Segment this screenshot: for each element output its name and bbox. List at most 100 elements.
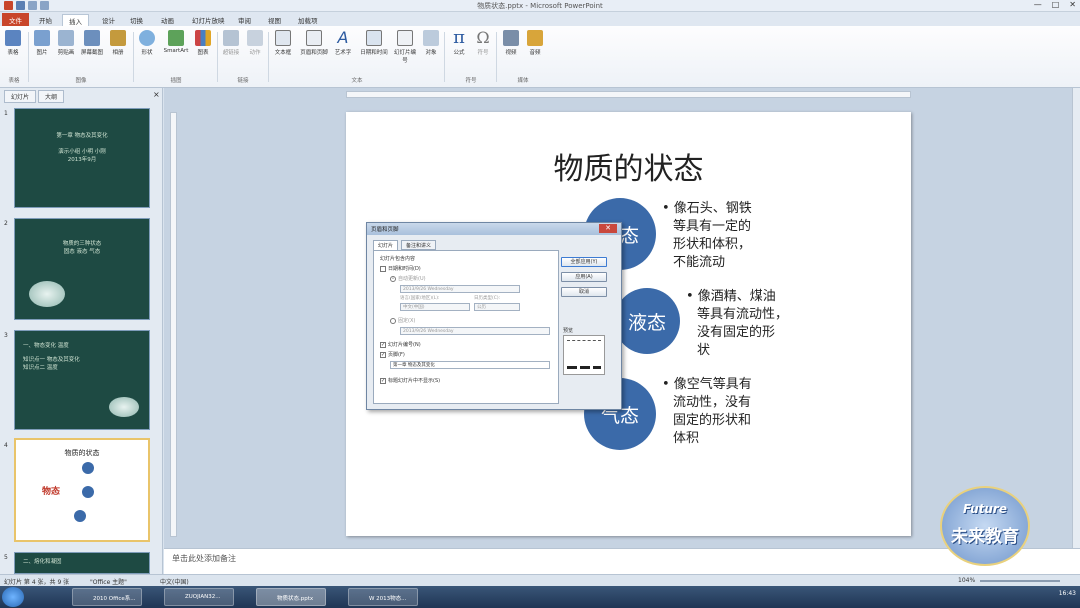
dialog-close-button[interactable]: ✕ <box>599 224 617 233</box>
vertical-scrollbar[interactable] <box>1072 88 1080 548</box>
symbol-button[interactable]: Ω 符号 <box>472 30 494 57</box>
smartart-icon <box>168 30 184 46</box>
cancel-button[interactable]: 取消 <box>561 287 607 297</box>
date-time-checkbox[interactable]: 日期和时间(D) <box>380 265 421 272</box>
group-label-links: 链接 <box>237 78 249 84</box>
textbox-button[interactable]: 文本框 <box>272 30 294 56</box>
header-footer-dialog: 页眉和页脚 ✕ 幻灯片 备注和讲义 幻灯片包含内容 日期和时间(D) • 自动更新… <box>366 222 622 410</box>
table-icon <box>5 30 21 46</box>
clipart-button[interactable]: 剪贴画 <box>55 30 77 56</box>
table-button[interactable]: 表格 <box>2 30 24 56</box>
fixed-date-input[interactable]: 2013/9/26 Wednesday <box>400 327 550 335</box>
zoom-slider[interactable] <box>980 580 1060 582</box>
date-format-select[interactable]: 2013/9/26 Wednesday <box>400 285 520 293</box>
header-footer-button[interactable]: 页眉和页脚 <box>298 30 330 56</box>
tab-insert[interactable]: 插入 <box>62 14 89 26</box>
slide-thumbnail-2[interactable]: 物质的三种状态 固态 液态 气态 <box>14 218 150 320</box>
thumb-number: 1 <box>4 110 8 117</box>
audio-button[interactable]: 音频 <box>524 30 546 56</box>
datetime-button[interactable]: 日期和时间 <box>358 30 390 56</box>
tab-transitions[interactable]: 切换 <box>124 14 149 26</box>
language-status: 中文(中国) <box>160 579 189 586</box>
apply-all-button[interactable]: 全部应用(Y) <box>561 257 607 267</box>
tab-outline[interactable]: 大纲 <box>38 90 65 103</box>
group-label-media: 媒体 <box>517 78 529 84</box>
tab-view[interactable]: 视图 <box>262 14 287 26</box>
picture-button[interactable]: 图片 <box>31 30 53 56</box>
shapes-button[interactable]: 形状 <box>136 30 158 56</box>
hyperlink-icon <box>223 30 239 46</box>
tab-file[interactable]: 文件 <box>2 13 29 26</box>
taskbar-item[interactable]: ZUOJIAN32... <box>164 588 234 606</box>
horizontal-ruler <box>346 91 911 98</box>
checkbox-checked: ✓ <box>380 377 386 384</box>
tab-design[interactable]: 设计 <box>96 14 121 26</box>
equation-button[interactable]: π 公式 <box>448 29 470 57</box>
dialog-body: 幻灯片包含内容 日期和时间(D) • 自动更新(U) 2013/9/26 Wedn… <box>373 250 559 404</box>
video-icon <box>503 30 519 46</box>
liquid-circle[interactable]: 液态 <box>614 288 680 354</box>
thumb-number: 3 <box>4 332 8 339</box>
screenshot-button[interactable]: 屏幕截图 <box>81 30 103 56</box>
slide-title[interactable]: 物质的状态 <box>346 144 911 188</box>
close-button[interactable]: ✕ <box>1069 0 1076 9</box>
solid-description[interactable]: • 像石头、钢铁 等具有一定的 形状和体积， 不能流动 <box>662 200 752 272</box>
footer-checkbox[interactable]: ✓ 页脚(F) <box>380 351 405 358</box>
album-button[interactable]: 相册 <box>107 30 129 56</box>
action-button[interactable]: 动作 <box>244 30 266 56</box>
tab-slide[interactable]: 幻灯片 <box>373 240 399 250</box>
close-pane-icon[interactable]: × <box>153 90 160 99</box>
taskbar-item-active[interactable]: 物质状态.pptx <box>256 588 326 606</box>
hyperlink-button[interactable]: 超链接 <box>220 30 242 56</box>
slide-number-checkbox[interactable]: ✓ 幻灯片编号(N) <box>380 341 421 348</box>
liquid-description[interactable]: • 像酒精、煤油 等具有流动性， 没有固定的形 状 <box>686 288 788 360</box>
gas-description[interactable]: • 像空气等具有 流动性，没有 固定的形状和 体积 <box>662 376 752 448</box>
tab-addins[interactable]: 加载项 <box>292 14 324 26</box>
apply-button[interactable]: 应用(A) <box>561 272 607 282</box>
preview-label: 预览 <box>563 328 574 334</box>
start-button[interactable] <box>2 587 24 607</box>
include-label: 幻灯片包含内容 <box>380 256 416 262</box>
tab-slideshow[interactable]: 幻灯片放映 <box>186 14 231 26</box>
tab-review[interactable]: 审阅 <box>232 14 257 26</box>
smartart-button[interactable]: SmartArt <box>162 30 190 54</box>
tab-animations[interactable]: 动画 <box>155 14 180 26</box>
tab-slides[interactable]: 幻灯片 <box>4 90 37 103</box>
chart-button[interactable]: 图表 <box>192 30 214 56</box>
language-select[interactable]: 中文(中国) <box>400 303 470 311</box>
footer-input[interactable]: 第一章 物态及其变化 <box>390 361 550 369</box>
slide-thumbnail-4[interactable]: 物质的状态 物态 <box>14 438 150 542</box>
vertical-ruler <box>170 112 177 537</box>
zoom-level[interactable]: 104% <box>958 577 975 584</box>
window-controls: — □ ✕ <box>1034 0 1076 9</box>
crystal-image <box>29 281 65 307</box>
thumb-circle <box>82 486 94 498</box>
auto-update-radio[interactable]: • 自动更新(U) <box>390 275 426 282</box>
clock: 16:43 <box>1058 590 1076 597</box>
slide-counter: 幻灯片 第 4 张，共 9 张 <box>4 579 70 586</box>
ribbon: 表格 图片 剪贴画 屏幕截图 相册 形状 SmartArt 图表 超链接 动作 … <box>0 26 1080 88</box>
group-label-illustrations: 插图 <box>170 78 182 84</box>
shapes-icon <box>139 30 155 46</box>
maximize-button[interactable]: □ <box>1052 0 1060 9</box>
slide-thumbnail-1[interactable]: 第一章 物态及其变化 演示小组 小明 小刚 2013年9月 <box>14 108 150 208</box>
audio-icon <box>527 30 543 46</box>
taskbar-item[interactable]: 2010 Office系... <box>72 588 142 606</box>
preview-box <box>563 335 605 375</box>
wordart-button[interactable]: A 艺术字 <box>332 30 354 57</box>
tab-notes-handouts[interactable]: 备注和讲义 <box>401 240 437 250</box>
fixed-radio[interactable]: 固定(X) <box>390 317 415 324</box>
notes-pane[interactable]: 单击此处添加备注 <box>164 548 1080 574</box>
slide-number-button[interactable]: 幻灯片编号 <box>392 30 418 64</box>
video-button[interactable]: 视频 <box>500 30 522 56</box>
minimize-button[interactable]: — <box>1034 0 1042 9</box>
slide-thumbnail-5[interactable]: 二、熔化和凝固 <box>14 552 150 574</box>
calendar-select[interactable]: 公历 <box>474 303 520 311</box>
picture-icon <box>34 30 50 46</box>
slide-thumbnail-3[interactable]: 一、物态变化 温度 知识点一 物态及其变化 知识点二 温度 <box>14 330 150 430</box>
notes-placeholder: 单击此处添加备注 <box>172 554 236 563</box>
hide-on-title-checkbox[interactable]: ✓ 标题幻灯片中不显示(S) <box>380 377 440 384</box>
object-button[interactable]: 对象 <box>420 30 442 56</box>
taskbar-item[interactable]: W 2013物态... <box>348 588 418 606</box>
tab-home[interactable]: 开始 <box>33 14 58 26</box>
